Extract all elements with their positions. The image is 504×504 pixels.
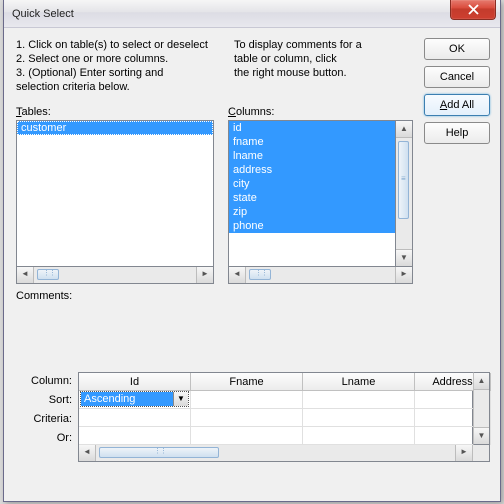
instruction-hint: table or column, click (234, 52, 374, 66)
grid-header[interactable]: Id (79, 373, 191, 391)
ok-button[interactable]: OK (424, 38, 490, 60)
columns-listbox[interactable]: id fname lname address city state zip ph… (228, 120, 396, 267)
add-all-button[interactable]: Add All (424, 94, 490, 116)
grid-cell[interactable]: Ascending ▼ (79, 391, 191, 409)
scroll-down-icon[interactable]: ▼ (396, 249, 412, 266)
close-button[interactable] (450, 0, 496, 20)
criteria-grid[interactable]: Id Fname Lname Address Ascending ▼ (78, 372, 473, 446)
grid-cell[interactable] (79, 427, 191, 445)
grid-cell[interactable] (79, 409, 191, 427)
grid-row-label: Sort: (16, 391, 76, 410)
scroll-corner (472, 445, 489, 461)
tables-listbox[interactable]: customer (16, 120, 214, 267)
scroll-left-icon[interactable]: ◄ (17, 267, 34, 283)
columns-label: Columns: (228, 106, 426, 118)
list-item[interactable]: state (229, 191, 395, 205)
grid-cell[interactable] (303, 391, 415, 409)
instruction-line: selection criteria below. (16, 80, 218, 94)
chevron-down-icon[interactable]: ▼ (173, 392, 188, 406)
scroll-thumb[interactable] (99, 447, 219, 458)
grid-row-label: Or: (16, 429, 76, 448)
list-item[interactable]: fname (229, 135, 395, 149)
instruction-hint: To display comments for a (234, 38, 374, 52)
scroll-left-icon[interactable]: ◄ (79, 445, 96, 461)
columns-vscroll[interactable]: ▲ ▼ (396, 120, 413, 267)
grid-cell[interactable] (303, 427, 415, 445)
scroll-up-icon[interactable]: ▲ (474, 373, 489, 390)
list-item[interactable]: city (229, 177, 395, 191)
quick-select-dialog: Quick Select 1. Click on table(s) to sel… (3, 0, 501, 502)
scroll-thumb[interactable] (398, 141, 409, 219)
grid-vscroll[interactable]: ▲ ▼ (473, 372, 490, 445)
sort-combo[interactable]: Ascending ▼ (80, 391, 189, 407)
scroll-thumb[interactable] (249, 269, 271, 280)
tables-hscroll[interactable]: ◄ ► (16, 267, 214, 284)
list-item[interactable]: phone (229, 219, 395, 233)
grid-cell[interactable] (191, 427, 303, 445)
sort-value: Ascending (81, 392, 173, 406)
scroll-right-icon[interactable]: ► (196, 267, 213, 283)
list-item[interactable]: lname (229, 149, 395, 163)
list-item[interactable]: customer (17, 121, 213, 135)
grid-header[interactable]: Lname (303, 373, 415, 391)
grid-cell[interactable] (191, 409, 303, 427)
list-item[interactable]: id (229, 121, 395, 135)
instruction-line: 2. Select one or more columns. (16, 52, 218, 66)
help-button[interactable]: Help (424, 122, 490, 144)
scroll-down-icon[interactable]: ▼ (474, 427, 489, 444)
instruction-hint: the right mouse button. (234, 66, 374, 80)
grid-header[interactable]: Fname (191, 373, 303, 391)
scroll-left-icon[interactable]: ◄ (229, 267, 246, 283)
instruction-line: 1. Click on table(s) to select or desele… (16, 38, 218, 52)
scroll-right-icon[interactable]: ► (455, 445, 472, 461)
grid-cell[interactable] (303, 409, 415, 427)
titlebar[interactable]: Quick Select (4, 0, 500, 28)
grid-hscroll[interactable]: ◄ ► (78, 445, 490, 462)
columns-hscroll[interactable]: ◄ ► (228, 267, 413, 284)
list-item[interactable]: zip (229, 205, 395, 219)
instruction-line: 3. (Optional) Enter sorting and (16, 66, 218, 80)
list-item[interactable]: address (229, 163, 395, 177)
grid-cell[interactable] (191, 391, 303, 409)
tables-label: Tables: (16, 106, 214, 118)
window-title: Quick Select (12, 8, 74, 20)
scroll-up-icon[interactable]: ▲ (396, 121, 412, 138)
scroll-right-icon[interactable]: ► (395, 267, 412, 283)
comments-label: Comments: (16, 290, 490, 302)
cancel-button[interactable]: Cancel (424, 66, 490, 88)
scroll-thumb[interactable] (37, 269, 59, 280)
grid-row-label: Criteria: (16, 410, 76, 429)
grid-row-label: Column: (16, 372, 76, 391)
